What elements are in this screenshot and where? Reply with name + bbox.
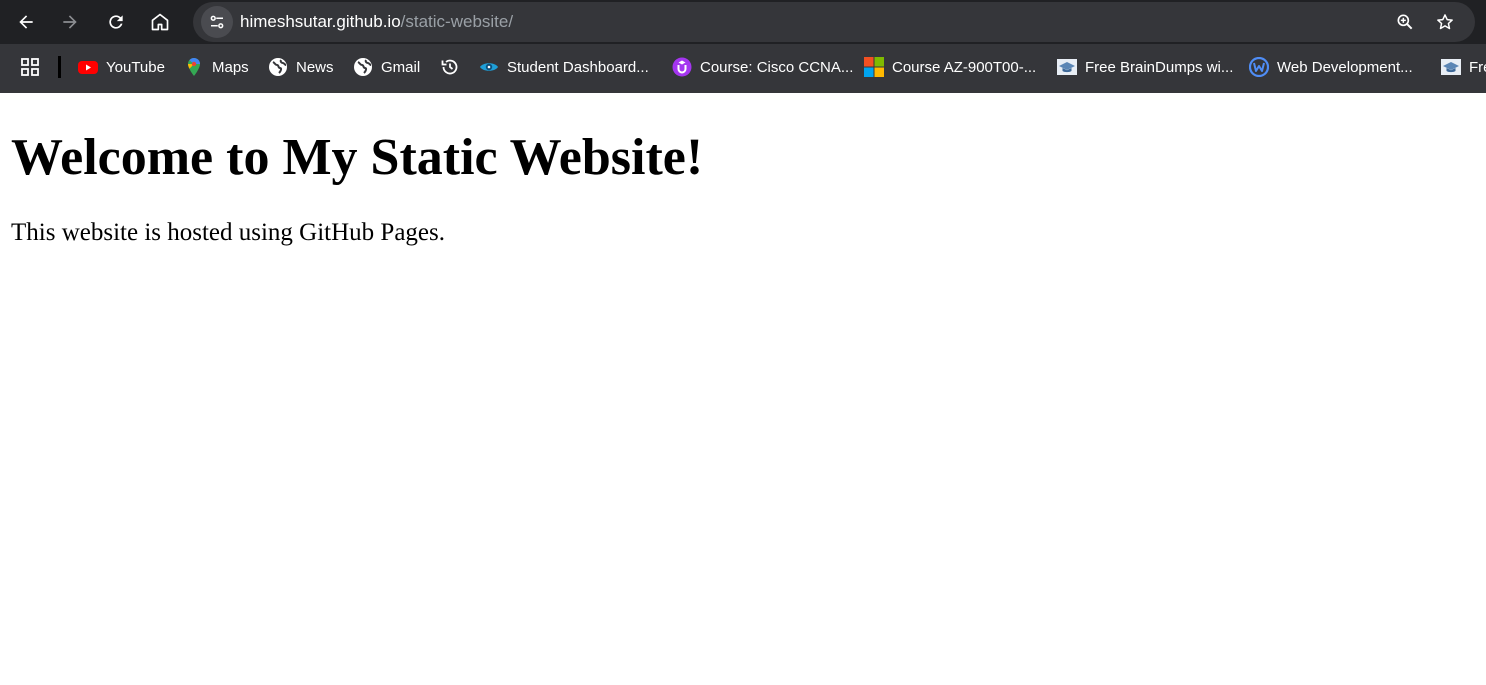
bookmark-label: News [296, 58, 334, 76]
history-icon [440, 57, 460, 77]
page-content: Welcome to My Static Website! This websi… [0, 93, 1486, 685]
youtube-icon [78, 57, 98, 77]
page-heading: Welcome to My Static Website! [11, 129, 704, 186]
graduation-cap-icon [1057, 57, 1077, 77]
site-info-button[interactable] [201, 6, 233, 38]
url-host: himeshsutar.github.io [240, 12, 401, 31]
address-bar[interactable]: himeshsutar.github.io/static-website/ [193, 2, 1475, 42]
bookmark-az-900[interactable]: Course AZ-900T00-... [864, 54, 1036, 80]
forward-button[interactable] [54, 6, 86, 38]
zoom-icon [1397, 14, 1413, 30]
maps-pin-icon [184, 57, 204, 77]
back-button[interactable] [10, 6, 42, 38]
reload-icon [109, 15, 123, 29]
microsoft-icon [864, 57, 884, 77]
w-logo-icon [1249, 57, 1269, 77]
bookmark-free-overflow[interactable]: Fre [1441, 54, 1486, 80]
bookmark-label: Course: Cisco CCNA... [700, 58, 854, 76]
udemy-icon [672, 57, 692, 77]
star-icon [1437, 14, 1453, 30]
url-path: /static-website/ [400, 12, 514, 31]
bookmark-web-development[interactable]: Web Development... [1249, 54, 1413, 80]
home-icon [151, 13, 169, 31]
browser-toolbar: himeshsutar.github.io/static-website/ [0, 0, 1486, 44]
apps-button[interactable] [20, 54, 48, 80]
globe-icon [268, 57, 288, 77]
graduation-cap-icon [1441, 57, 1461, 77]
bookmark-label: Maps [212, 58, 249, 76]
arrow-left-icon [19, 15, 33, 29]
bookmark-label: Fre [1469, 58, 1486, 76]
reload-button[interactable] [100, 6, 132, 38]
bookmarks-bar: YouTube Maps News Gmail Student Dashboar… [0, 44, 1486, 93]
bookmark-history[interactable] [440, 54, 468, 80]
bookmark-label: Course AZ-900T00-... [892, 58, 1037, 76]
bookmark-label: Student Dashboard... [507, 58, 649, 76]
site-info-icon [210, 15, 224, 29]
bookmark-gmail[interactable]: Gmail [353, 54, 420, 80]
bookmark-youtube[interactable]: YouTube [78, 54, 165, 80]
bookmark-label: Web Development... [1277, 58, 1413, 76]
home-button[interactable] [144, 6, 176, 38]
bookmark-star-button[interactable] [1433, 10, 1457, 34]
bookmark-free-braindumps[interactable]: Free BrainDumps wi... [1057, 54, 1233, 80]
page-paragraph: This website is hosted using GitHub Page… [11, 219, 446, 246]
eye-icon [479, 57, 499, 77]
url-text[interactable]: himeshsutar.github.io/static-website/ [240, 11, 513, 33]
bookmark-maps[interactable]: Maps [184, 54, 249, 80]
bookmarks-divider [58, 56, 61, 78]
bookmark-news[interactable]: News [268, 54, 334, 80]
browser-chrome: himeshsutar.github.io/static-website/ Yo… [0, 0, 1486, 93]
zoom-button[interactable] [1393, 10, 1417, 34]
bookmark-label: Gmail [381, 58, 421, 76]
arrow-right-icon [63, 15, 77, 29]
apps-grid-icon [20, 57, 40, 77]
bookmark-student-dashboard[interactable]: Student Dashboard... [479, 54, 649, 80]
bookmark-cisco-ccna[interactable]: Course: Cisco CCNA... [672, 54, 853, 80]
bookmark-label: YouTube [106, 58, 165, 76]
bookmark-label: Free BrainDumps wi... [1085, 58, 1234, 76]
globe-icon [353, 57, 373, 77]
